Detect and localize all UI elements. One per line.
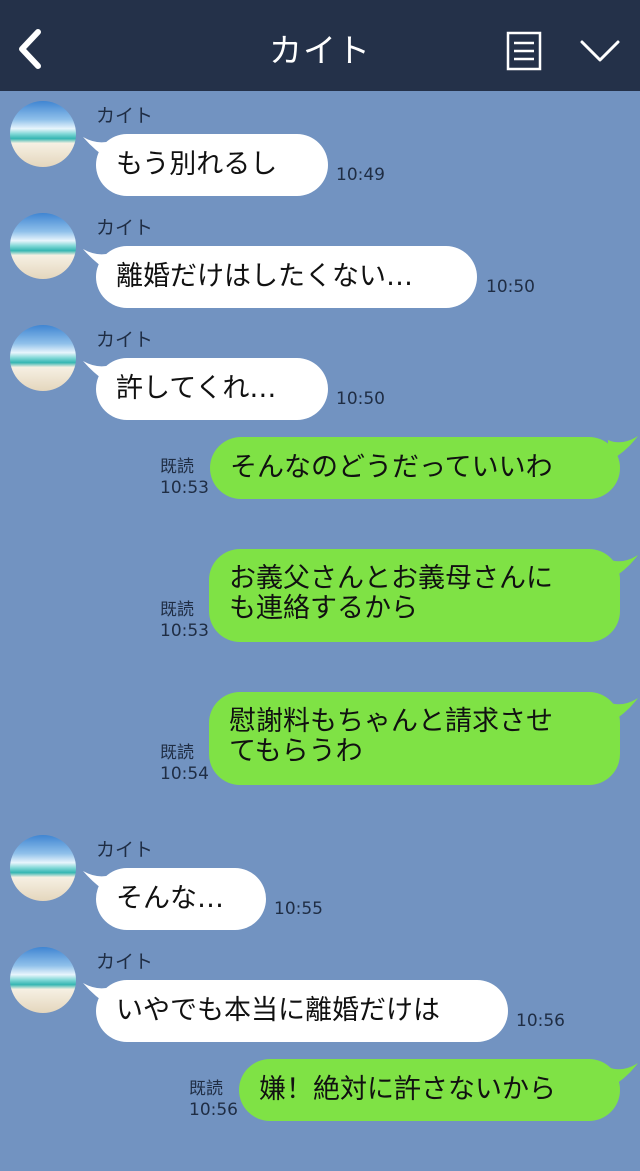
message-bubble[interactable]: そんな… [96,868,266,930]
message-text: そんなのどうだっていいわ [230,452,553,483]
read-receipt: 既読 10:53 [160,600,209,642]
chat-title: カイト [269,31,371,70]
message-bubble[interactable]: 嫌！絶対に許さないから [239,1059,620,1121]
message-time: 10:50 [336,389,385,409]
message-time: 10:53 [160,478,209,498]
avatar[interactable] [10,325,76,391]
message-bubble[interactable]: 慰謝料もちゃんと請求させ てもらうわ [209,692,620,785]
message-bubble[interactable]: いやでも本当に離婚だけは [96,980,508,1042]
message-bubble[interactable]: そんなのどうだっていいわ [210,437,620,499]
message-text-line: も連絡するから [229,593,418,624]
chat-header: カイト [0,0,640,91]
read-label: 既読 [189,1079,223,1099]
message-bubble[interactable]: 許してくれ… [96,358,328,420]
message-time: 10:50 [486,277,535,297]
message-time: 10:49 [336,165,385,185]
message-time: 10:56 [189,1100,238,1120]
message-bubble[interactable]: お義父さんとお義母さんに も連絡するから [209,549,620,642]
message-bubble[interactable]: 離婚だけはしたくない… [96,246,477,308]
sender-name: カイト [96,951,154,973]
message-text-line: 慰謝料もちゃんと請求させ [229,706,553,737]
message-time: 10:55 [274,899,323,919]
chevron-down-icon[interactable] [578,36,622,66]
read-label: 既読 [160,743,194,763]
message-text: 嫌！絶対に許さないから [259,1074,556,1105]
read-label: 既読 [160,600,194,620]
notes-menu-icon[interactable] [506,31,542,71]
avatar[interactable] [10,947,76,1013]
sender-name: カイト [96,217,154,239]
read-receipt: 既読 10:53 [160,457,209,499]
message-text-line: お義父さんとお義母さんに [229,563,553,594]
message-text-line: てもらうわ [229,736,363,767]
avatar[interactable] [10,835,76,901]
message-time: 10:56 [516,1011,565,1031]
message-bubble[interactable]: もう別れるし [96,134,328,196]
message-time: 10:53 [160,621,209,641]
avatar[interactable] [10,213,76,279]
message-time: 10:54 [160,764,209,784]
sender-name: カイト [96,839,154,861]
read-receipt: 既読 10:54 [160,743,209,785]
avatar[interactable] [10,101,76,167]
read-label: 既読 [160,457,194,477]
read-receipt: 既読 10:56 [189,1079,238,1121]
sender-name: カイト [96,329,154,351]
sender-name: カイト [96,105,154,127]
